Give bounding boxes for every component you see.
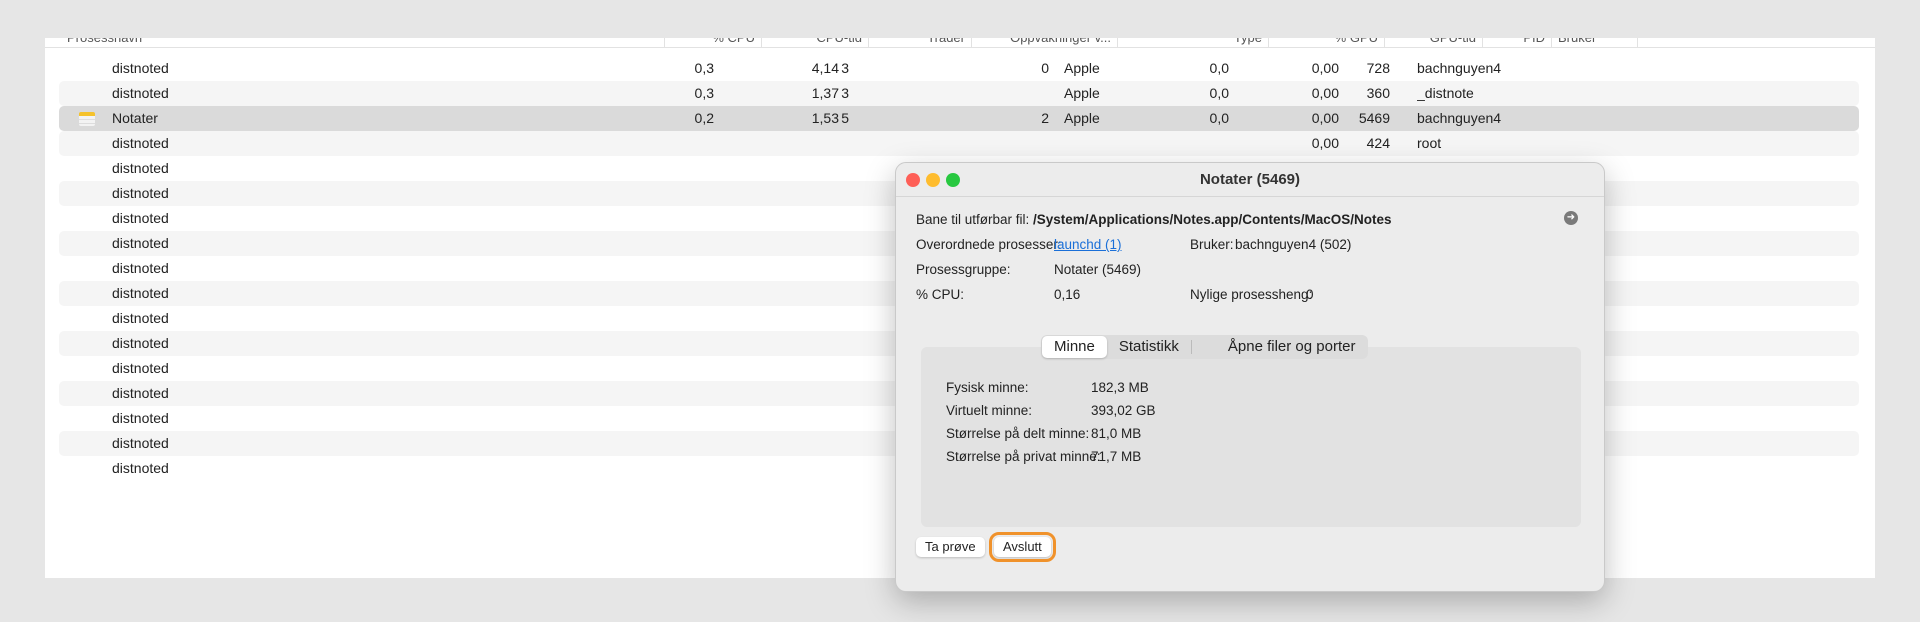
group-label: Prosessgruppe: — [916, 262, 1011, 277]
dialog-title: Notater (5469) — [1199, 171, 1301, 188]
table-row[interactable]: distnoted 0,00 424 root — [59, 131, 1859, 156]
cell-name: distnoted — [112, 185, 169, 201]
column-header[interactable]: Oppvåkninger v... — [972, 38, 1118, 48]
cpu-value: 0,16 — [1054, 287, 1081, 302]
cell-threads: 3 — [841, 85, 849, 101]
cell-name: distnoted — [112, 260, 169, 276]
cell-pid: 360 — [1366, 85, 1390, 101]
sample-button[interactable]: Ta prøve — [916, 537, 985, 557]
cell-threads: 5 — [841, 110, 849, 126]
cell-name: Notater — [112, 110, 158, 126]
tab-open-files[interactable]: Åpne filer og porter — [1216, 336, 1368, 358]
table-header: Prosessnavn% CPUCPU-tidTråderOppvåkninge… — [45, 38, 1875, 48]
cell-wakeups: 2 — [1041, 110, 1049, 126]
cell-wakeups — [939, 81, 1049, 106]
notes-app-icon — [79, 112, 95, 126]
cell-name: distnoted — [112, 235, 169, 251]
cpu-label: % CPU: — [916, 287, 965, 302]
memory-label: Fysisk minne: — [946, 380, 1029, 395]
column-header[interactable]: % CPU — [665, 38, 762, 48]
group-value: Notater (5469) — [1054, 262, 1142, 277]
memory-value: 81,0 MB — [1091, 426, 1142, 441]
cell-type: Apple — [1064, 60, 1100, 76]
tab-bar: Minne Statistikk Åpne filer og porter — [1041, 335, 1369, 359]
cell-name: distnoted — [112, 160, 169, 176]
process-info-dialog: Notater (5469) Bane til utførbar fil: /S… — [895, 162, 1605, 592]
column-header[interactable]: % GPU — [1269, 38, 1385, 48]
column-header[interactable]: Tråder — [869, 38, 972, 48]
cell-name: distnoted — [112, 285, 169, 301]
reveal-arrow-icon[interactable]: ➜ — [1564, 211, 1578, 225]
column-header[interactable]: Prosessnavn — [45, 38, 665, 48]
cell-cpu: 0,3 — [694, 60, 714, 76]
cell-name: distnoted — [112, 210, 169, 226]
cell-name: distnoted — [112, 60, 169, 76]
cell-type: Apple — [1064, 110, 1100, 126]
cell-name: distnoted — [112, 460, 169, 476]
cell-name: distnoted — [112, 135, 169, 151]
memory-label: Størrelse på privat minne: — [946, 449, 1101, 464]
table-row[interactable]: distnoted 0,3 4,14 3 0 Apple 0,0 0,00 728 bachngu… — [59, 56, 1859, 81]
memory-label: Virtuelt minne: — [946, 403, 1033, 418]
cell-gpu: 0,0 — [1209, 110, 1229, 126]
cell-gpu: 0,0 — [1209, 60, 1229, 76]
cell-type: Apple — [1064, 85, 1100, 101]
cell-wakeups: 0 — [1041, 60, 1049, 76]
cell-pid: 728 — [1366, 60, 1390, 76]
cell-name: distnoted — [112, 310, 169, 326]
cell-name: distnoted — [112, 85, 169, 101]
cell-user: bachnguyen4 — [1417, 110, 1502, 126]
cell-gputime: 0,00 — [1311, 85, 1339, 101]
cell-pid: 5469 — [1358, 110, 1390, 126]
tab-memory[interactable]: Minne — [1042, 336, 1107, 358]
dialog-titlebar[interactable]: Notater (5469) — [896, 163, 1604, 197]
memory-value: 182,3 MB — [1091, 380, 1149, 395]
tab-separator — [1190, 340, 1216, 354]
memory-value: 71,7 MB — [1091, 449, 1142, 464]
cell-user: root — [1417, 135, 1442, 151]
cell-user: bachnguyen4 — [1417, 60, 1502, 76]
user-value: bachnguyen4 (502) — [1235, 237, 1352, 252]
cell-gputime: 0,00 — [1311, 60, 1339, 76]
path-value: /System/Applications/Notes.app/Contents/… — [1033, 212, 1392, 227]
cell-cpu: 0,2 — [694, 110, 714, 126]
parent-label: Overordnede prosesser: — [916, 237, 1062, 252]
tab-statistics[interactable]: Statistikk — [1107, 336, 1191, 358]
cell-gpu: 0,0 — [1209, 85, 1229, 101]
column-header[interactable]: Type — [1118, 38, 1269, 48]
table-row[interactable]: Notater 0,2 1,53 5 2 Apple 0,0 0,00 5469 bachnguy… — [59, 106, 1859, 131]
cell-gputime: 0,00 — [1311, 135, 1339, 151]
cell-name: distnoted — [112, 335, 169, 351]
cell-threads: 3 — [841, 60, 849, 76]
path-label: Bane til utførbar fil: — [916, 212, 1030, 227]
cell-pid: 424 — [1366, 135, 1390, 151]
column-header[interactable]: CPU-tid — [762, 38, 869, 48]
memory-panel: Fysisk minne: 182,3 MB Virtuelt minne: 393,… — [921, 347, 1581, 527]
cell-name: distnoted — [112, 360, 169, 376]
hangs-value: 0 — [1306, 287, 1314, 302]
table-row[interactable]: distnoted 0,3 1,37 3 Apple 0,0 0,00 360 _distnot… — [59, 81, 1859, 106]
column-header[interactable]: Bruker — [1552, 38, 1638, 48]
cell-name: distnoted — [112, 410, 169, 426]
cell-user: _distnote — [1417, 85, 1474, 101]
hangs-label: Nylige prosessheng: — [1190, 287, 1313, 302]
user-label: Bruker: — [1190, 237, 1234, 252]
memory-label: Størrelse på delt minne: — [946, 426, 1090, 441]
cell-name: distnoted — [112, 435, 169, 451]
column-header[interactable]: PID — [1483, 38, 1552, 48]
quit-button[interactable]: Avslutt — [989, 532, 1056, 562]
memory-value: 393,02 GB — [1091, 403, 1156, 418]
column-header[interactable]: GPU-tid — [1385, 38, 1483, 48]
cell-gputime: 0,00 — [1311, 110, 1339, 126]
cell-name: distnoted — [112, 385, 169, 401]
cell-cpu: 0,3 — [694, 85, 714, 101]
parent-process-link[interactable]: launchd (1) — [1054, 237, 1122, 252]
